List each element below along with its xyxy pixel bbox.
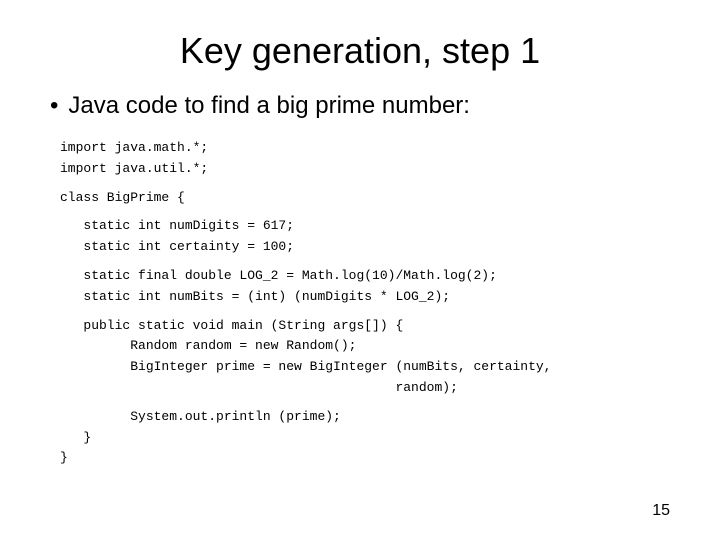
bullet-text: Java code to find a big prime number: <box>68 92 470 120</box>
bullet-point: • Java code to find a big prime number: <box>50 92 670 120</box>
static-line-1: static int numDigits = 617; <box>60 216 670 237</box>
spacer-1 <box>60 180 670 188</box>
slide-title: Key generation, step 1 <box>50 30 670 72</box>
spacer-2 <box>60 208 670 216</box>
main-line-6: } <box>60 428 670 449</box>
code-block: import java.math.*; import java.util.*; … <box>60 138 670 469</box>
main-line-2: Random random = new Random(); <box>60 336 670 357</box>
spacer-5 <box>60 399 670 407</box>
import-line-2: import java.util.*; <box>60 159 670 180</box>
main-line-7: } <box>60 448 670 469</box>
main-line-3: BigInteger prime = new BigInteger (numBi… <box>60 357 670 378</box>
main-line-1: public static void main (String args[]) … <box>60 316 670 337</box>
main-line-5: System.out.println (prime); <box>60 407 670 428</box>
bullet-symbol: • <box>50 92 58 120</box>
slide: Key generation, step 1 • Java code to fi… <box>0 0 720 540</box>
main-line-4: random); <box>60 378 670 399</box>
spacer-3 <box>60 258 670 266</box>
spacer-4 <box>60 308 670 316</box>
static-line-3: static final double LOG_2 = Math.log(10)… <box>60 266 670 287</box>
page-number: 15 <box>652 502 670 520</box>
static-line-2: static int certainty = 100; <box>60 237 670 258</box>
import-line-1: import java.math.*; <box>60 138 670 159</box>
static-line-4: static int numBits = (int) (numDigits * … <box>60 287 670 308</box>
class-decl: class BigPrime { <box>60 188 670 209</box>
